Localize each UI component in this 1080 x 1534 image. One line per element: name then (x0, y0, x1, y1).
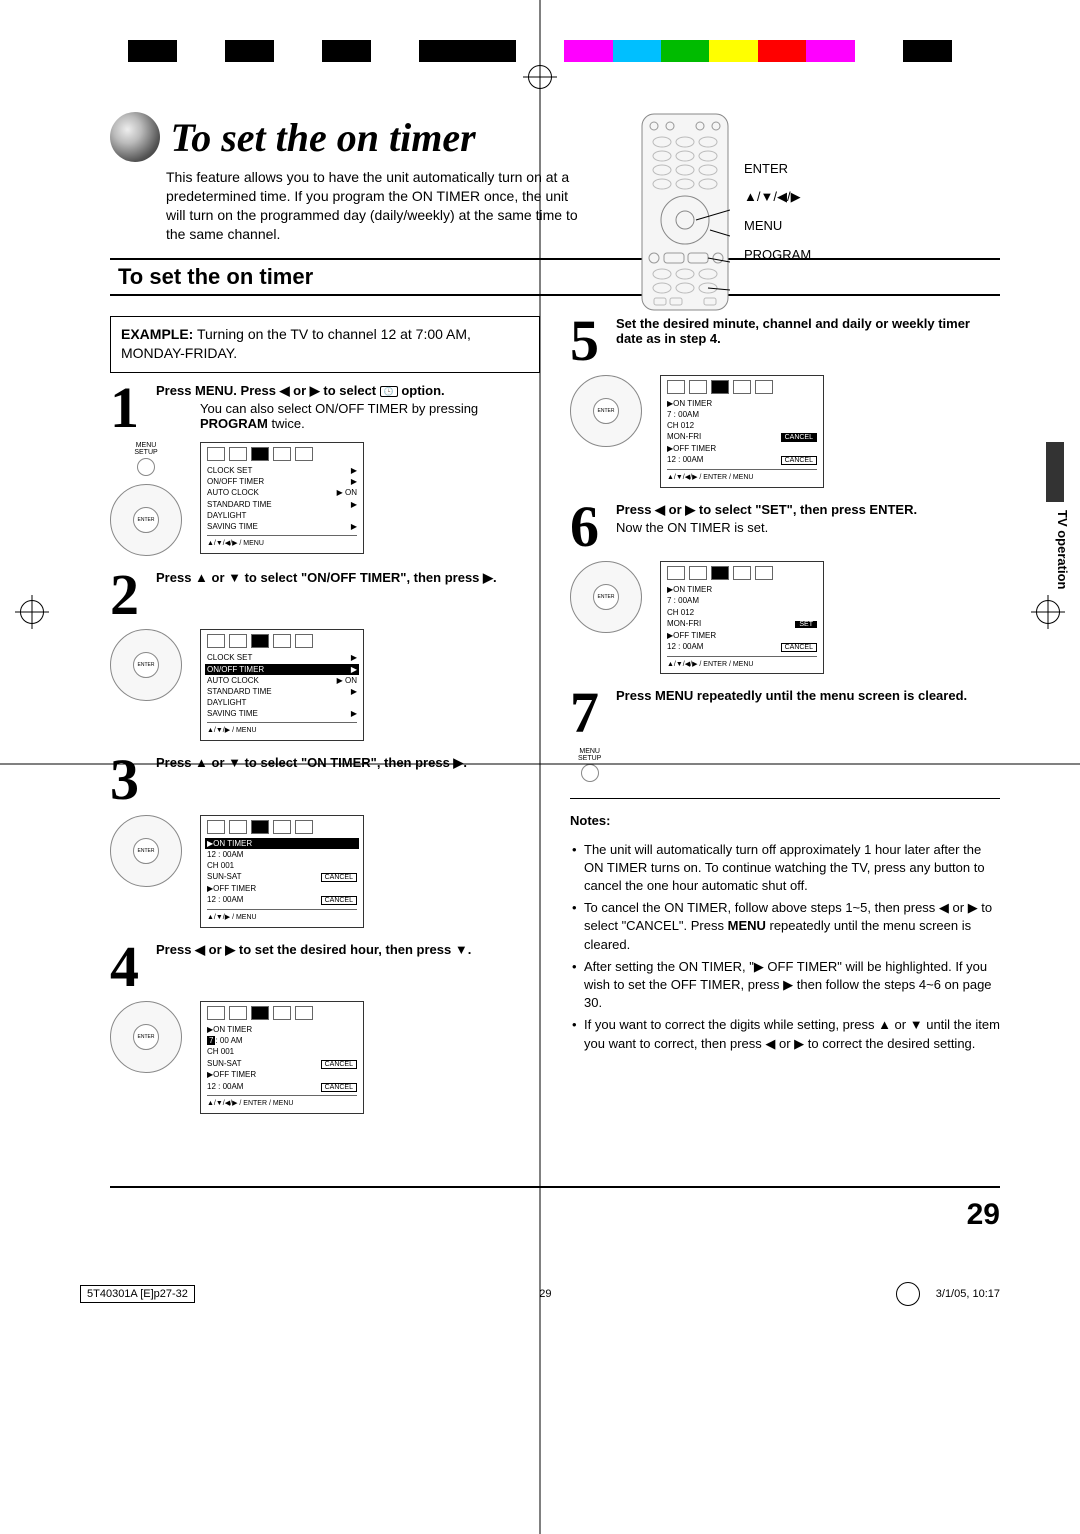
step-4-lead: Press ◀ or ▶ to set the desired hour, th… (156, 942, 471, 957)
side-tab: TV operation (1046, 442, 1070, 589)
step-6-lead: Press ◀ or ▶ to select "SET", then press… (616, 502, 917, 517)
step-1-lead-b: option. (398, 383, 445, 398)
note-item: To cancel the ON TIMER, follow above ste… (572, 899, 1000, 954)
remote-label-enter: ENTER (744, 155, 811, 184)
registration-mark-left (20, 600, 44, 624)
dpad-icon (110, 1001, 182, 1073)
step-number: 1 (110, 383, 156, 432)
example-box: EXAMPLE: Turning on the TV to channel 12… (110, 316, 540, 373)
osd-screen-4: ▶ON TIMER 7: 00 AM CH 001 SUN-SATCANCEL▶… (200, 1001, 364, 1114)
step-1-sub: You can also select ON/OFF TIMER by pres… (200, 401, 478, 431)
title-bullet-icon (110, 112, 160, 162)
registration-mark-bottom (896, 1282, 920, 1306)
notes-list: The unit will automatically turn off app… (570, 841, 1000, 1053)
intro-text: This feature allows you to have the unit… (166, 168, 586, 244)
step-4: 4 Press ◀ or ▶ to set the desired hour, … (110, 942, 540, 991)
remote-label-arrows: ▲/▼/◀/▶ (744, 183, 811, 212)
dpad-icon (110, 815, 182, 887)
step-2: 2 Press ▲ or ▼ to select "ON/OFF TIMER",… (110, 570, 540, 619)
step-number: 5 (570, 316, 616, 365)
osd-screen-6: ▶ON TIMER 7 : 00AM CH 012 MON-FRISET▶OFF… (660, 561, 824, 674)
step-1-lead-a: Press MENU. Press ◀ or ▶ to select (156, 383, 380, 398)
step-7-lead: Press MENU repeatedly until the menu scr… (616, 688, 967, 703)
step-6: 6 Press ◀ or ▶ to select "SET", then pre… (570, 502, 1000, 551)
print-footer: 5T40301A [E]p27-32 29 3/1/05, 10:17 (80, 1282, 1000, 1306)
osd-screen-3: ▶ON TIMER 12 : 00AM CH 001 SUN-SATCANCEL… (200, 815, 364, 928)
side-tab-label: TV operation (1055, 510, 1070, 589)
footer-file: 5T40301A [E]p27-32 (80, 1285, 195, 1303)
dpad-icon (110, 629, 182, 701)
step-5: 5 Set the desired minute, channel and da… (570, 316, 1000, 365)
step-6-sub: Now the ON TIMER is set. (616, 520, 1000, 535)
note-item: After setting the ON TIMER, "▶ OFF TIMER… (572, 958, 1000, 1013)
dpad-icon (570, 375, 642, 447)
dpad-icon (570, 561, 642, 633)
step-5-lead: Set the desired minute, channel and dail… (616, 316, 970, 346)
clock-option-icon: 🕒 (380, 386, 398, 397)
registration-mark-right (1036, 600, 1060, 624)
note-item: The unit will automatically turn off app… (572, 841, 1000, 896)
page-number: 29 (967, 1198, 1000, 1232)
osd-screen-5: ▶ON TIMER 7 : 00AM CH 012 MON-FRICANCEL▶… (660, 375, 824, 488)
step-7: 7 Press MENU repeatedly until the menu s… (570, 688, 1000, 737)
step-number: 2 (110, 570, 156, 619)
step-number: 4 (110, 942, 156, 991)
notes-heading: Notes: (570, 813, 1000, 828)
step-number: 7 (570, 688, 616, 737)
example-label: EXAMPLE: (121, 326, 193, 342)
page-title: To set the on timer (170, 114, 475, 161)
step-2-lead: Press ▲ or ▼ to select "ON/OFF TIMER", t… (156, 570, 497, 585)
dpad-icon (110, 484, 182, 556)
remote-diagram: ENTER ▲/▼/◀/▶ MENU PROGRAM (640, 112, 811, 312)
step-number: 6 (570, 502, 616, 551)
remote-icon (640, 112, 730, 312)
menu-setup-button-icon: MENU SETUP (110, 442, 182, 456)
remote-label-program: PROGRAM (744, 241, 811, 270)
osd-screen-2: CLOCK SET▶ON/OFF TIMER▶AUTO CLOCK▶ ONSTA… (200, 629, 364, 741)
section-heading: To set the on timer (110, 258, 1000, 296)
osd-screen-1: CLOCK SET▶ON/OFF TIMER▶AUTO CLOCK▶ ONSTA… (200, 442, 364, 554)
step-1: 1 Press MENU. Press ◀ or ▶ to select 🕒 o… (110, 383, 540, 432)
footer-page: 29 (539, 1288, 551, 1300)
footer-date: 3/1/05, 10:17 (936, 1288, 1000, 1300)
menu-setup-button-icon: MENU SETUP (578, 748, 601, 762)
remote-label-menu: MENU (744, 212, 811, 241)
page-divider (110, 1186, 1000, 1188)
note-item: If you want to correct the digits while … (572, 1016, 1000, 1052)
